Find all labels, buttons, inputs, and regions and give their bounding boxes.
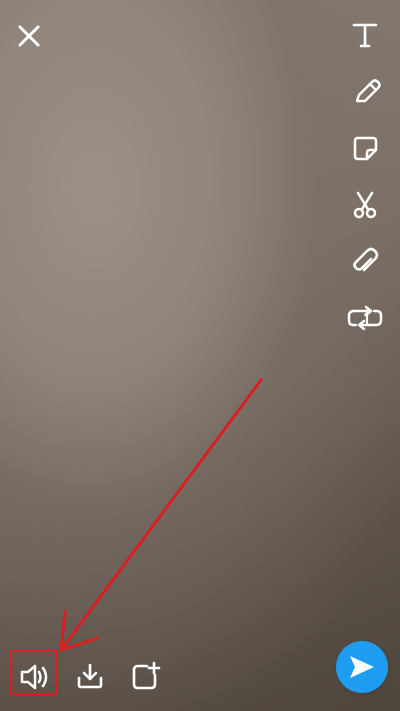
loop-icon (346, 303, 384, 333)
scissors-icon (350, 190, 380, 220)
add-story-icon (130, 661, 161, 691)
pencil-tool-button[interactable]: Pencil (351, 77, 381, 107)
speaker-icon (15, 660, 53, 694)
download-button[interactable]: Download (75, 661, 105, 691)
attachment-tool-button[interactable]: Attachment (350, 247, 380, 277)
add-story-button[interactable]: Add to Story (130, 661, 161, 691)
close-button[interactable]: Close (16, 23, 42, 49)
annotation-arrow (59, 378, 263, 652)
text-tool-button[interactable]: Text (350, 20, 380, 50)
text-icon (350, 20, 380, 50)
paperclip-icon (350, 247, 380, 277)
close-icon (16, 23, 42, 49)
loop-tool-button[interactable]: Loop (346, 303, 384, 333)
pencil-icon (351, 77, 381, 107)
send-button[interactable]: Send (336, 641, 388, 693)
download-icon (75, 661, 105, 691)
send-button-label: Send (336, 641, 337, 642)
sticker-icon (350, 133, 380, 163)
scissors-tool-button[interactable]: Scissors (350, 190, 380, 220)
sound-button[interactable]: Sound (15, 660, 53, 694)
sticker-tool-button[interactable]: Sticker (350, 133, 380, 163)
snap-editor-screen: Close Text Pencil Sticker (0, 0, 400, 711)
